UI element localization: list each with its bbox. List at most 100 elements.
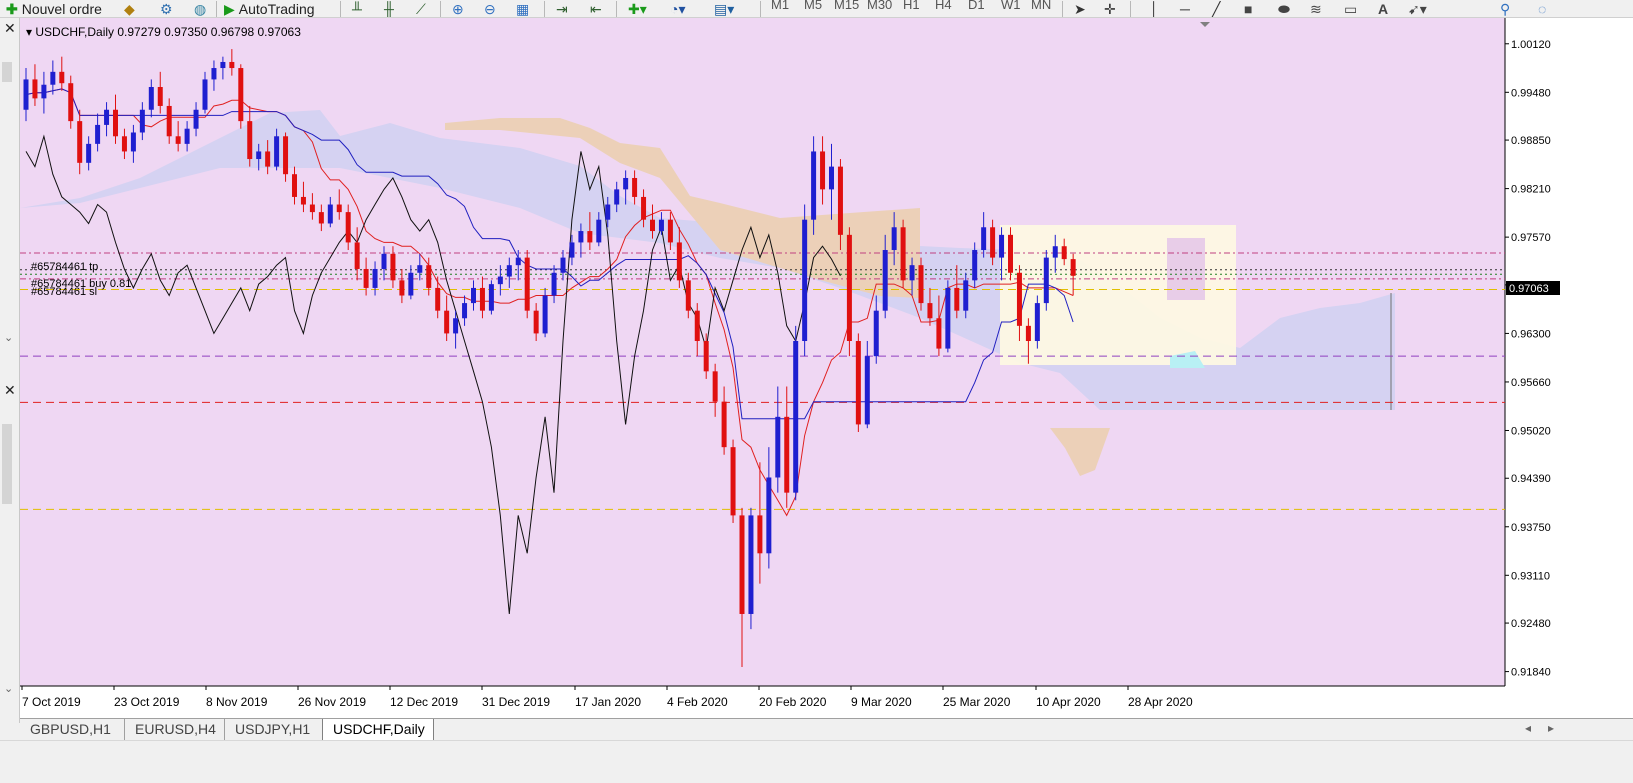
candle-body[interactable] (453, 318, 459, 334)
candle-body[interactable] (945, 287, 951, 349)
meta-editor-icon[interactable]: ◆ (124, 0, 135, 17)
timeframe-m15[interactable]: M15 (834, 0, 859, 12)
candle-body[interactable] (891, 227, 897, 251)
ellipse-icon[interactable]: ⬬ (1278, 0, 1290, 17)
chat-icon[interactable]: ◌ (1538, 0, 1546, 17)
timeframe-m30[interactable]: M30 (867, 0, 892, 12)
cursor-icon[interactable]: ➤ (1074, 0, 1086, 17)
tab-gbpusd-h1[interactable]: GBPUSD,H1 (20, 719, 125, 740)
chevron-down-icon[interactable]: ⌄ (4, 682, 13, 695)
candle-body[interactable] (712, 371, 718, 402)
candle-body[interactable] (50, 71, 56, 85)
candle-body[interactable] (524, 257, 530, 311)
candle-body[interactable] (229, 61, 235, 69)
chart-shift-icon[interactable]: ⇤ (590, 0, 602, 17)
candle-body[interactable] (927, 303, 933, 319)
candle-body[interactable] (972, 250, 978, 281)
timeframe-m5[interactable]: M5 (804, 0, 822, 12)
candle-body[interactable] (157, 86, 163, 106)
crosshair-icon[interactable]: ✛ (1104, 0, 1116, 17)
bar-chart-icon[interactable]: ╨ (352, 0, 362, 17)
candle-body[interactable] (766, 477, 772, 554)
candle-body[interactable] (390, 253, 396, 281)
candle-body[interactable] (551, 272, 557, 296)
timeframe-h4[interactable]: H4 (935, 0, 952, 12)
candle-body[interactable] (855, 341, 861, 425)
candle-body[interactable] (479, 287, 485, 311)
scroll-right-icon[interactable]: ▸ (1548, 721, 1554, 735)
candle-body[interactable] (748, 515, 754, 614)
candle-body[interactable] (274, 136, 280, 167)
line-chart-icon[interactable]: ⟋ (416, 0, 426, 17)
candle-body[interactable] (1061, 246, 1067, 260)
candle-body[interactable] (354, 242, 360, 269)
candle-body[interactable] (837, 166, 843, 235)
candle-body[interactable] (372, 268, 378, 288)
candle-body[interactable] (605, 204, 611, 220)
candle-body[interactable] (569, 242, 575, 258)
candle-body[interactable] (641, 196, 647, 220)
scroll-left-icon[interactable]: ◂ (1525, 721, 1531, 735)
candle-body[interactable] (381, 253, 387, 269)
candle-body[interactable] (336, 204, 342, 213)
candle-body[interactable] (721, 401, 727, 448)
candle-body[interactable] (345, 212, 351, 243)
collapse-triangle-icon[interactable]: ▾ (26, 25, 35, 39)
price-chart[interactable]: 1.001200.994800.988500.982100.975700.969… (20, 18, 1633, 718)
candle-body[interactable] (113, 109, 118, 137)
candle-body[interactable] (139, 109, 145, 133)
candle-body[interactable] (1070, 259, 1076, 276)
candle-body[interactable] (1052, 246, 1058, 258)
candle-body[interactable] (426, 265, 432, 288)
chart-window[interactable]: 1.001200.994800.988500.982100.975700.969… (20, 18, 1633, 718)
candle-body[interactable] (506, 265, 512, 277)
candle-body[interactable] (954, 287, 960, 311)
candle-body[interactable] (1016, 272, 1022, 326)
candle-body[interactable] (775, 416, 781, 478)
candle-body[interactable] (59, 71, 65, 84)
candle-body[interactable] (587, 231, 593, 243)
candle-body[interactable] (829, 166, 834, 190)
candle-body[interactable] (730, 447, 736, 516)
tab-eurusd-h4[interactable]: EURUSD,H4 (125, 719, 225, 740)
candle-body[interactable] (1043, 257, 1049, 304)
close-icon[interactable]: ✕ (4, 20, 16, 37)
candle-body[interactable] (703, 341, 709, 372)
candle-body[interactable] (909, 265, 915, 281)
new-order-button[interactable]: ✚ Nouvel ordre (6, 0, 102, 18)
candle-body[interactable] (560, 257, 566, 273)
candle-body[interactable] (739, 515, 745, 614)
horizontal-line-icon[interactable]: ─ (1180, 0, 1190, 17)
candle-body[interactable] (238, 68, 244, 122)
candle-body[interactable] (86, 143, 92, 163)
candle-body[interactable] (820, 151, 826, 190)
scrollbar-thumb-top[interactable] (2, 62, 12, 82)
close-icon[interactable]: ✕ (4, 382, 16, 399)
candle-body[interactable] (104, 109, 110, 125)
trendline-icon[interactable]: ╱ (1212, 0, 1220, 17)
chevron-down-icon[interactable]: ⌄ (4, 331, 13, 344)
candle-body[interactable] (202, 79, 208, 110)
templates-icon[interactable]: ▤▾ (714, 0, 734, 17)
candle-body[interactable] (488, 284, 494, 311)
globe-icon[interactable]: ◍ (194, 0, 206, 17)
candle-body[interactable] (632, 177, 638, 197)
candle-body[interactable] (918, 265, 924, 304)
candle-body[interactable] (784, 416, 790, 493)
candle-body[interactable] (596, 219, 602, 243)
candlestick-chart-icon[interactable]: ╫ (384, 0, 394, 17)
candle-body[interactable] (694, 310, 700, 342)
tile-windows-icon[interactable]: ▦ (516, 0, 529, 17)
candle-body[interactable] (462, 303, 468, 319)
candle-body[interactable] (963, 280, 969, 311)
periods-icon[interactable]: ◔▾ (670, 0, 685, 17)
candle-body[interactable] (41, 84, 47, 99)
candle-body[interactable] (175, 136, 181, 144)
tab-usdjpy-h1[interactable]: USDJPY,H1 (225, 719, 325, 740)
timeframe-d1[interactable]: D1 (968, 0, 985, 12)
candle-body[interactable] (882, 250, 888, 311)
candle-body[interactable] (256, 151, 262, 160)
candle-body[interactable] (542, 295, 548, 334)
autotrading-button[interactable]: ▶ AutoTrading (224, 0, 315, 18)
candle-body[interactable] (990, 227, 996, 258)
